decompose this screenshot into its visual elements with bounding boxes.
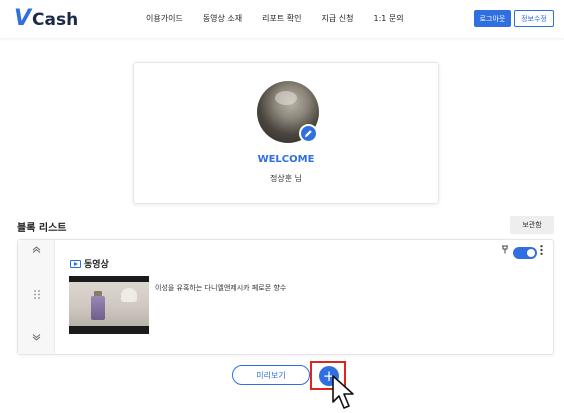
thumbnail-bottle	[91, 296, 105, 320]
nav-item-video-material[interactable]: 동영상 소재	[203, 13, 242, 24]
block-type-label: 동영상	[84, 260, 109, 270]
chevron-down-icon[interactable]	[18, 334, 55, 344]
edit-info-button[interactable]: 정보수정	[514, 10, 554, 27]
thumbnail-scene	[69, 282, 149, 326]
nav-item-inquiry[interactable]: 1:1 문의	[373, 13, 403, 24]
drag-handle-icon[interactable]	[18, 290, 55, 302]
block-list-title: 블록 리스트	[17, 223, 67, 234]
nav-item-payment[interactable]: 지급 신청	[322, 13, 354, 24]
block-handle-column	[18, 240, 55, 354]
logo-text: Cash	[32, 10, 79, 30]
nav-item-guide[interactable]: 이용가이드	[146, 13, 183, 24]
logout-button[interactable]: 로그아웃	[474, 10, 511, 27]
storage-button[interactable]: 보관함	[510, 216, 554, 234]
block-visibility-toggle[interactable]	[513, 247, 537, 259]
logo-v: V	[14, 6, 32, 31]
more-vertical-icon[interactable]	[540, 245, 543, 258]
block-description: 이성을 유혹하는 다니엘앤제시카 페로몬 향수	[155, 284, 287, 292]
username: 정상훈 님	[270, 174, 302, 183]
welcome-text: WELCOME	[257, 154, 315, 165]
pin-icon[interactable]	[501, 245, 509, 257]
block-type: 동영상	[70, 257, 109, 270]
mouse-cursor-icon	[332, 375, 354, 409]
top-header: V Cash 이용가이드 동영상 소재 리포트 확인 지급 신청 1:1 문의 로…	[0, 0, 564, 38]
video-icon	[70, 259, 81, 268]
preview-button[interactable]: 미리보기	[232, 365, 310, 385]
video-thumbnail[interactable]	[69, 276, 149, 334]
pencil-icon[interactable]	[299, 124, 318, 143]
thumbnail-lamp	[121, 288, 137, 302]
main-nav: 이용가이드 동영상 소재 리포트 확인 지급 신청 1:1 문의	[146, 13, 424, 24]
block-item: 동영상 이성을 유혹하는 다니엘앤제시카 페로몬 향수	[17, 239, 554, 355]
vcash-logo[interactable]: V Cash	[14, 6, 79, 31]
nav-item-report[interactable]: 리포트 확인	[262, 13, 301, 24]
chevron-up-icon[interactable]	[18, 246, 55, 256]
profile-card: WELCOME 정상훈 님	[133, 62, 439, 204]
